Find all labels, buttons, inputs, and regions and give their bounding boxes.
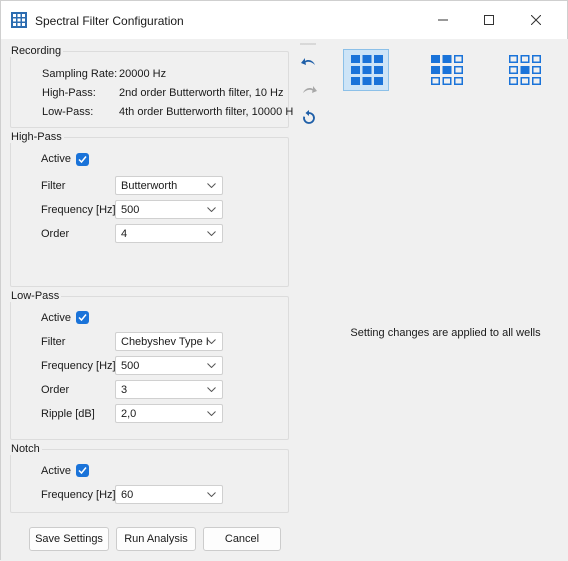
- all-wells-grid-icon: [351, 55, 383, 85]
- grid-app-icon: [11, 12, 27, 28]
- single-well-view-button[interactable]: [501, 49, 547, 91]
- high-pass-filter-value: Butterworth: [121, 180, 178, 192]
- low-pass-order-select[interactable]: 3: [115, 380, 223, 399]
- low-pass-frequency-value: 500: [121, 360, 140, 372]
- recording-low-pass-value: 4th order Butterworth filter, 10000 Hz: [119, 106, 299, 118]
- title-bar[interactable]: Spectral Filter Configuration: [1, 1, 567, 39]
- low-pass-group-title: Low-Pass: [9, 290, 62, 302]
- high-pass-filter-select[interactable]: Butterworth: [115, 176, 223, 195]
- maximize-button[interactable]: [466, 1, 512, 39]
- recording-high-pass-label: High-Pass:: [42, 87, 96, 99]
- notch-group-title: Notch: [9, 443, 42, 455]
- recording-group-title: Recording: [9, 45, 64, 57]
- partial-wells-view-button[interactable]: [423, 49, 469, 91]
- high-pass-group-title: High-Pass: [9, 131, 64, 143]
- low-pass-ripple-value: 2,0: [121, 408, 137, 420]
- window-title: Spectral Filter Configuration: [35, 14, 184, 28]
- low-pass-order-value: 3: [121, 384, 128, 396]
- notch-active-label: Active: [41, 465, 71, 477]
- drag-grip-icon[interactable]: [300, 43, 316, 45]
- minimize-button[interactable]: [420, 1, 466, 39]
- undo-icon[interactable]: [300, 53, 318, 71]
- close-icon: [531, 15, 541, 25]
- check-icon: [78, 156, 87, 164]
- chevron-down-icon: [207, 231, 216, 236]
- high-pass-order-value: 4: [121, 228, 128, 240]
- high-pass-frequency-select[interactable]: 500: [115, 200, 223, 219]
- cancel-button[interactable]: Cancel: [203, 527, 281, 551]
- chevron-down-icon: [207, 387, 216, 392]
- low-pass-filter-select[interactable]: Chebyshev Type I: [115, 332, 223, 351]
- sampling-rate-value: 20000 Hz: [119, 68, 167, 80]
- partial-wells-grid-icon: [431, 55, 463, 85]
- chevron-down-icon: [207, 183, 216, 188]
- chevron-down-icon: [207, 492, 216, 497]
- low-pass-filter-value: Chebyshev Type I: [121, 336, 209, 348]
- recording-high-pass-value: 2nd order Butterworth filter, 10 Hz: [119, 87, 284, 99]
- high-pass-active-label: Active: [41, 153, 71, 165]
- chevron-down-icon: [207, 207, 216, 212]
- notch-frequency-select[interactable]: 60: [115, 485, 223, 504]
- vertical-toolbar: [293, 39, 323, 561]
- check-icon: [78, 467, 87, 475]
- notch-frequency-value: 60: [121, 489, 134, 501]
- chevron-down-icon: [207, 363, 216, 368]
- apply-scope-message: Setting changes are applied to all wells: [350, 327, 541, 339]
- all-wells-view-button[interactable]: [343, 49, 389, 91]
- low-pass-active-label: Active: [41, 312, 71, 324]
- low-pass-ripple-label: Ripple [dB]: [41, 408, 95, 420]
- spectral-filter-window: Spectral Filter Configuration Recording …: [0, 0, 568, 561]
- redo-icon[interactable]: [300, 81, 318, 99]
- low-pass-ripple-select[interactable]: 2,0: [115, 404, 223, 423]
- settings-panel: Recording Sampling Rate: 20000 Hz High-P…: [1, 39, 299, 561]
- high-pass-active-checkbox[interactable]: [76, 153, 89, 166]
- reset-icon[interactable]: [300, 109, 318, 127]
- low-pass-active-checkbox[interactable]: [76, 311, 89, 324]
- high-pass-order-label: Order: [41, 228, 70, 240]
- high-pass-frequency-label: Frequency [Hz]: [41, 204, 116, 216]
- minimize-icon: [438, 19, 448, 21]
- high-pass-order-select[interactable]: 4: [115, 224, 223, 243]
- high-pass-filter-label: Filter: [41, 180, 66, 192]
- recording-low-pass-label: Low-Pass:: [42, 106, 94, 118]
- low-pass-frequency-select[interactable]: 500: [115, 356, 223, 375]
- maximize-icon: [484, 15, 494, 25]
- single-well-grid-icon: [509, 55, 541, 85]
- close-button[interactable]: [513, 1, 559, 39]
- high-pass-frequency-value: 500: [121, 204, 140, 216]
- sampling-rate-label: Sampling Rate:: [42, 68, 118, 80]
- chevron-down-icon: [207, 339, 216, 344]
- chevron-down-icon: [207, 411, 216, 416]
- low-pass-frequency-label: Frequency [Hz]: [41, 360, 116, 372]
- low-pass-filter-label: Filter: [41, 336, 66, 348]
- low-pass-order-label: Order: [41, 384, 70, 396]
- notch-frequency-label: Frequency [Hz]: [41, 489, 116, 501]
- notch-active-checkbox[interactable]: [76, 464, 89, 477]
- well-view-panel: Setting changes are applied to all wells: [323, 39, 568, 561]
- save-settings-button[interactable]: Save Settings: [29, 527, 109, 551]
- check-icon: [78, 314, 87, 322]
- run-analysis-button[interactable]: Run Analysis: [116, 527, 196, 551]
